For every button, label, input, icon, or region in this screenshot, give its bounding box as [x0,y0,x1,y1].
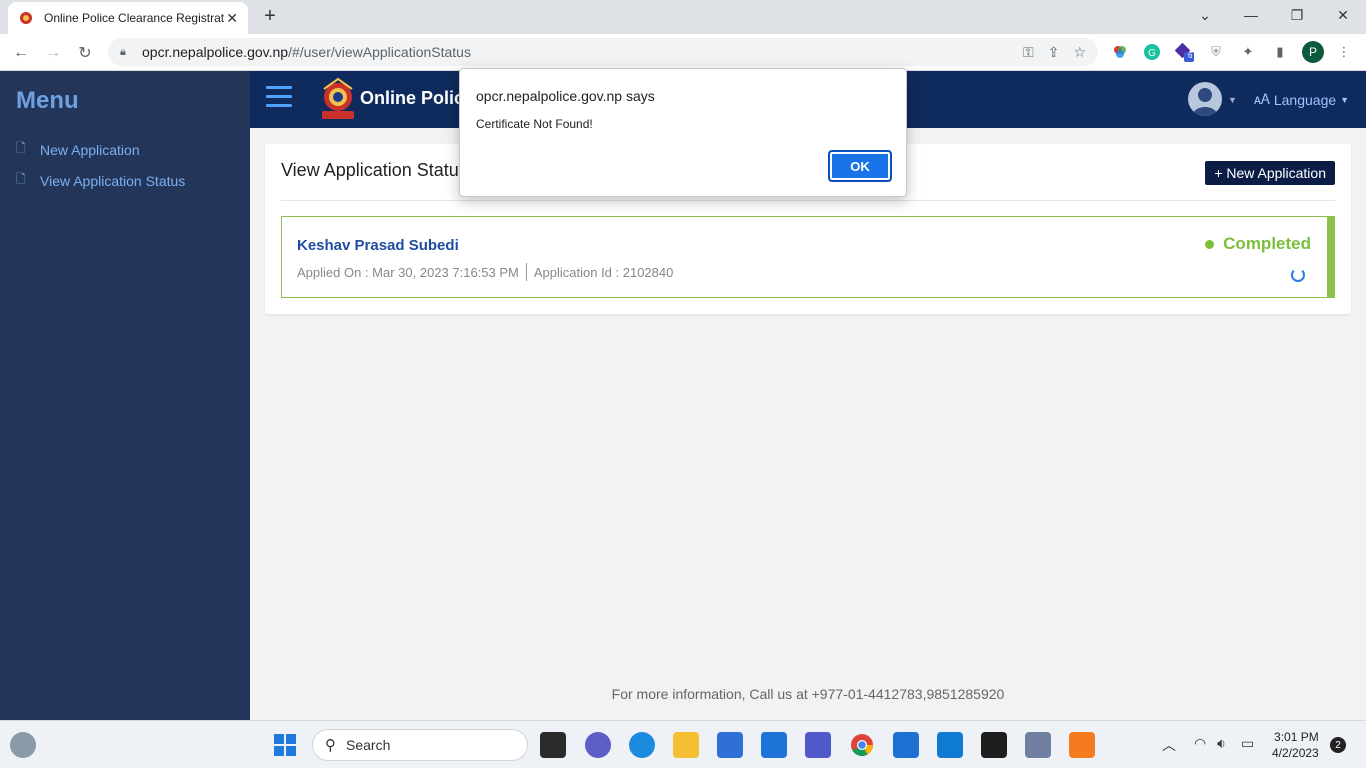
document-icon: 🗋︎ [16,141,26,155]
document-icon: 🗋︎ [16,172,26,186]
new-application-button[interactable]: + New Application [1205,161,1335,185]
vscode-icon[interactable] [937,732,963,758]
page-title: View Application Statu [281,160,459,180]
status-badge: Completed [1205,234,1311,254]
tray-chevron-up-icon[interactable]: ︿ [1162,735,1176,755]
alert-dialog: opcr.nepalpolice.gov.np says Certificate… [459,68,907,197]
application-item[interactable]: Keshav Prasad Subedi Applied On : Mar 30… [281,216,1335,298]
meta-separator [525,263,527,281]
clock-time: 3:01 PM [1274,730,1319,744]
tab-search-chevron-icon[interactable]: ⌄ [1182,0,1228,30]
shield-extension-icon[interactable]: ⛨ [1206,42,1226,62]
sidebar: Menu 🗋︎ New Application 🗋︎ View Applicat… [0,71,250,720]
nepal-police-logo [314,77,362,123]
system-clock[interactable]: 3:01 PM 4/2/2023 [1272,729,1319,761]
microsoft-store-icon[interactable] [717,732,743,758]
profile-avatar[interactable]: P [1302,41,1324,63]
file-explorer-icon[interactable] [673,732,699,758]
media-app-icon[interactable] [1025,732,1051,758]
status-label: Completed [1223,234,1311,253]
app-arrow-icon[interactable] [893,732,919,758]
user-avatar[interactable] [1188,82,1222,116]
police-emblem-favicon-icon [18,10,34,26]
browser-tab[interactable]: Online Police Clearance Registrat ✕ [8,2,248,34]
dialog-message: Certificate Not Found! [476,117,593,131]
dialog-title: opcr.nepalpolice.gov.np says [476,88,655,104]
weather-widget-icon[interactable] [10,732,36,758]
new-tab-button[interactable]: + [258,6,282,28]
windows-start-icon[interactable] [272,732,298,758]
loading-spinner-icon [1291,268,1305,282]
tab-title: Online Police Clearance Registrat [44,11,224,25]
share-icon[interactable]: ⇪ [1048,44,1060,61]
mail-icon[interactable] [761,732,787,758]
chevron-down-icon: ▼ [1340,94,1350,105]
volume-icon[interactable]: 🔉︎ [1217,735,1226,752]
language-dropdown[interactable]: 🗚︎ Language ▼ [1254,91,1349,108]
language-label: Language [1273,91,1337,108]
applicant-name[interactable]: Keshav Prasad Subedi [297,237,459,254]
clock-date: 4/2/2023 [1272,746,1319,760]
windows-taskbar: ⚲ Search ︿ ◠ 🔉︎ ▭ 3:01 PM 4/2/2023 2 [0,720,1366,768]
maximize-button[interactable]: ❐ [1274,0,1320,30]
sidebar-item-new-application[interactable]: 🗋︎ New Application [16,139,140,160]
colorful-extension-icon[interactable] [1110,42,1130,62]
key-icon[interactable]: ⚿ [1023,44,1034,61]
terminal-icon[interactable] [981,732,1007,758]
applied-on-text: Applied On : Mar 30, 2023 7:16:53 PM [297,264,519,280]
svg-text:G: G [1148,48,1156,59]
back-arrow-icon[interactable]: ← [8,40,34,66]
reload-icon[interactable]: ↻ [72,40,98,66]
url-text: opcr.nepalpolice.gov.np/#/user/viewAppli… [142,44,471,60]
chat-icon[interactable] [585,732,611,758]
extension-badge-icon[interactable]: 6 [1174,42,1194,62]
translate-icon: 🗚︎ [1254,91,1270,107]
lock-icon: 🔒︎ [120,45,126,58]
wifi-icon[interactable]: ◠ [1194,735,1206,752]
extension-badge-count: 6 [1188,51,1193,60]
chevron-down-icon[interactable]: ▼ [1228,95,1237,105]
application-id-text: Application Id : 2102840 [533,264,674,280]
sidebar-item-view-application-status[interactable]: 🗋︎ View Application Status [16,170,185,191]
search-icon: ⚲ [325,737,336,754]
edge-browser-icon[interactable] [629,732,655,758]
puzzle-extensions-icon[interactable]: ✦ [1238,42,1258,62]
more-menu-icon[interactable]: ⋮ [1334,42,1354,62]
ok-button[interactable]: OK [828,150,892,182]
task-view-icon[interactable] [540,732,566,758]
star-bookmark-icon[interactable]: ☆ [1073,44,1086,61]
status-dot-icon [1205,239,1215,249]
forward-arrow-icon[interactable]: → [40,40,66,66]
url-path: /#/user/viewApplicationStatus [288,44,471,60]
grammarly-icon[interactable]: G [1142,42,1162,62]
sidebar-item-label: New Application [40,141,140,158]
battery-icon[interactable]: ▭ [1241,735,1254,752]
search-label: Search [346,737,391,753]
divider [281,200,1335,201]
close-window-button[interactable]: ✕ [1320,0,1366,30]
url-host: opcr.nepalpolice.gov.np [142,44,289,60]
sidebar-item-label: View Application Status [40,172,186,189]
minimize-button[interactable]: — [1228,0,1274,30]
browser-toolbar: ← → ↻ 🔒︎ opcr.nepalpolice.gov.np/#/user/… [0,34,1366,71]
xampp-icon[interactable] [1069,732,1095,758]
sidebar-title: Menu [16,87,79,114]
taskbar-search[interactable]: ⚲ Search [312,729,528,761]
tab-close-icon[interactable]: ✕ [226,10,238,27]
side-panel-icon[interactable]: ▮ [1270,42,1290,62]
footer-contact: For more information, Call us at +977-01… [611,686,1005,702]
application-meta: Applied On : Mar 30, 2023 7:16:53 PM App… [297,263,673,281]
notification-badge[interactable]: 2 [1330,737,1346,753]
teams-icon[interactable] [805,732,831,758]
address-bar[interactable]: 🔒︎ opcr.nepalpolice.gov.np/#/user/viewAp… [108,38,1098,66]
hamburger-menu-icon[interactable] [266,86,292,110]
browser-tab-strip: Online Police Clearance Registrat ✕ + ⌄ … [0,0,1366,34]
chrome-icon[interactable] [849,732,875,758]
site-brand: Online Polic [360,88,465,108]
